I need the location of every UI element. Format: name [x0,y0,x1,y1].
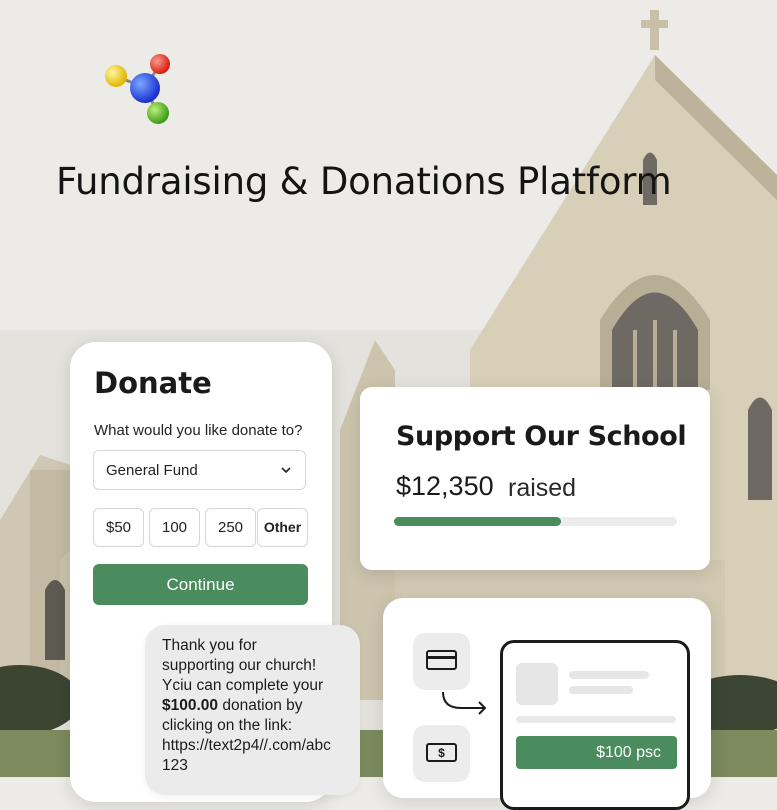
chevron-down-icon [281,467,291,474]
fund-select[interactable]: General Fund [93,450,306,490]
phone-mockup: $100 psc [500,640,690,810]
placeholder-line [569,671,649,679]
support-card: Support Our School $12,350 raised [360,387,710,570]
credit-card-tile[interactable] [413,633,470,690]
amount-100-button[interactable]: 100 [149,508,200,547]
amount-250-button[interactable]: 250 [205,508,256,547]
raised-amount: $12,350 [396,471,494,501]
svg-text:$: $ [438,746,445,760]
donate-question: What would you like donate to? [94,422,303,439]
continue-button[interactable]: Continue [93,564,308,605]
arrow-right-icon [442,691,487,715]
sms-line-amount: $100.00 donation by [162,697,303,715]
placeholder-line [569,686,633,694]
progress-bar [394,517,677,526]
placeholder-line [516,716,676,723]
sms-line: clicking on the link: [162,717,293,734]
dollar-bill-tile[interactable]: $ [413,725,470,782]
sms-link[interactable]: https://text2p4//.com/abc [162,737,331,755]
sms-amount: $100.00 [162,697,219,714]
placeholder-avatar [516,663,558,705]
raised-label: raised [508,474,577,502]
payment-card: $ $100 psc [383,598,711,810]
sms-link-cont[interactable]: 123 [162,757,188,775]
amount-options: $50 100 250 Other [93,508,308,548]
fund-select-value: General Fund [106,462,198,479]
sms-line: Yciu can complete your [162,677,324,694]
support-title: Support Our School [396,421,687,452]
amount-50-button[interactable]: $50 [93,508,144,547]
sms-line: Thank you for [162,637,257,654]
sms-line: donation by [218,697,303,714]
sms-message-bubble: Thank you for supporting our church! Yci… [145,625,360,795]
dollar-bill-icon: $ [426,743,457,762]
credit-card-icon [426,650,457,670]
progress-fill [394,517,561,526]
pay-button[interactable]: $100 psc [516,736,677,769]
donate-title: Donate [94,366,212,400]
amount-other-button[interactable]: Other [257,508,308,547]
sms-line: supporting our church! [162,657,317,674]
molecule-logo [105,54,170,124]
page-headline: Fundraising & Donations Platform [56,160,672,203]
